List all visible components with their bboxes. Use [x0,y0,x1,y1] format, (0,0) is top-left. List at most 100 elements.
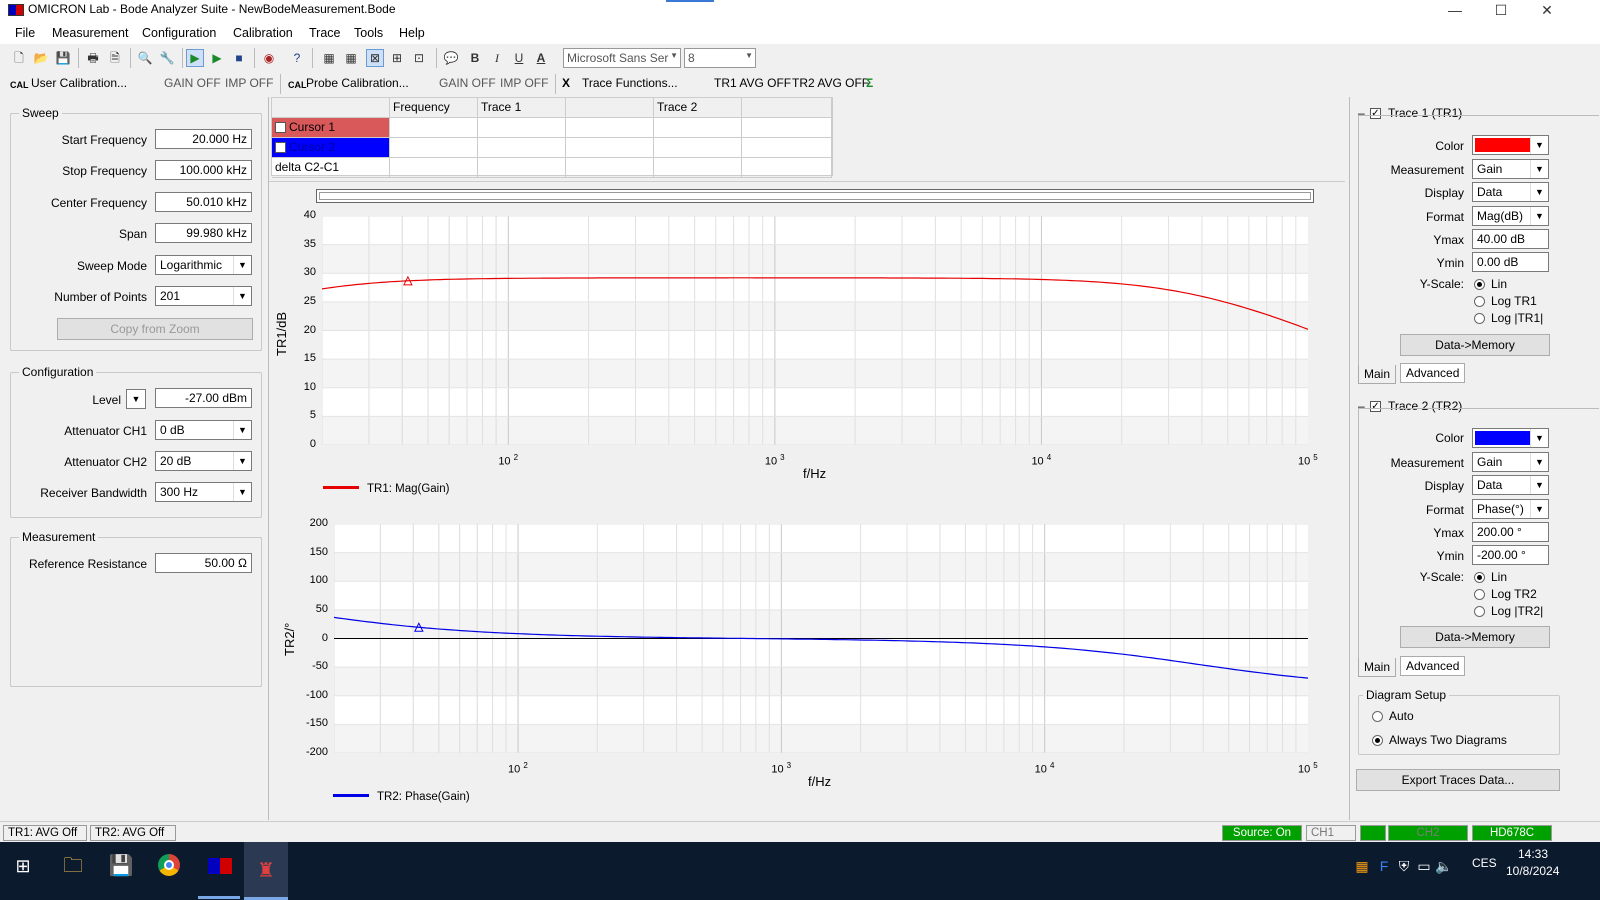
chrome-icon[interactable] [153,850,185,882]
print-preview-icon[interactable]: 🗎 [106,49,124,67]
trace1-collapse-icon[interactable]: – [1358,106,1365,120]
reference-resistance-input[interactable]: 50.00 Ω [155,553,252,573]
windows-start-icon[interactable]: ⊞ [7,850,39,882]
trace1-data-memory-button[interactable]: Data->Memory [1400,334,1550,356]
grid-icon[interactable]: ▦ [320,49,338,67]
clock-date[interactable]: 10/8/2024 [1506,864,1559,878]
menu-configuration[interactable]: Configuration [142,26,216,40]
cursor2-row[interactable]: Cursor 2 [272,138,390,158]
trace-functions-button[interactable]: Trace Functions... [582,76,678,90]
tr2-avg-button[interactable]: TR2 AVG OFF [792,76,869,90]
bode-app-icon[interactable] [200,850,240,882]
font-size-select[interactable]: 8 ▼ [684,48,756,68]
receiver-bandwidth-select[interactable]: 300 Hz ▼ [155,482,252,502]
trace2-tab-advanced[interactable]: Advanced [1400,656,1466,676]
trace2-collapse-icon[interactable]: – [1358,399,1365,413]
clock-time[interactable]: 14:33 [1518,847,1548,861]
trace2-yscale-logabs[interactable]: Log |TR2| [1474,604,1543,618]
trace2-color-select[interactable]: ▼ [1472,428,1549,448]
maximize-button[interactable]: ☐ [1478,0,1524,22]
volume-icon[interactable]: 🔈 [1428,850,1460,882]
zoom-scrollbar[interactable] [316,189,1314,203]
marker-icon[interactable]: ⊞ [388,49,406,67]
center-frequency-input[interactable]: 50.010 kHz [155,192,252,212]
plot1-area[interactable] [322,216,1308,445]
trace1-ymax-input[interactable]: 40.00 dB [1472,229,1549,249]
trace2-ymax-input[interactable]: 200.00 ° [1472,522,1549,542]
font-color-button[interactable]: A [532,49,550,67]
diagram-two-radio[interactable]: Always Two Diagrams [1372,733,1507,747]
stop-frequency-input[interactable]: 100.000 kHz [155,160,252,180]
trace1-display-select[interactable]: Data ▼ [1472,182,1549,202]
gauge-icon[interactable]: ◉ [260,49,278,67]
trace2-data-memory-button[interactable]: Data->Memory [1400,626,1550,648]
trace1-tab-main[interactable]: Main [1358,365,1397,384]
trace1-yscale-log[interactable]: Log TR1 [1474,294,1537,308]
help-icon[interactable]: ? [288,49,306,67]
cursor1-row[interactable]: Cursor 1 [272,118,390,138]
new-file-icon[interactable]: 🗋 [10,49,28,67]
number-of-points-select[interactable]: 201 ▼ [155,286,252,306]
trace2-measurement-select[interactable]: Gain ▼ [1472,452,1549,472]
trace2-checkbox[interactable]: ✓ [1370,401,1381,412]
trace2-display-select[interactable]: Data ▼ [1472,475,1549,495]
minimize-button[interactable]: — [1432,0,1478,22]
file-explorer-icon[interactable]: 🗀 [57,850,89,882]
user-calibration-button[interactable]: User Calibration... [31,76,127,90]
wrench-icon[interactable]: 🔧 [158,49,176,67]
start-frequency-input[interactable]: 20.000 Hz [155,129,252,149]
trace1-tab-advanced[interactable]: Advanced [1400,363,1466,383]
copy-from-zoom-button[interactable]: Copy from Zoom [57,318,253,340]
italic-button[interactable]: I [488,49,506,67]
probe-calibration-button[interactable]: Probe Calibration... [306,76,409,90]
autoscale-icon[interactable]: ⊡ [410,49,428,67]
play-icon[interactable]: ▶ [186,49,204,67]
stop-icon[interactable]: ■ [230,49,248,67]
attenuator-ch1-select[interactable]: 0 dB ▼ [155,420,252,440]
trace2-yscale-log[interactable]: Log TR2 [1474,587,1537,601]
print-icon[interactable]: 🖶 [84,49,102,67]
trace1-checkbox[interactable]: ✓ [1370,108,1381,119]
export-traces-button[interactable]: Export Traces Data... [1356,769,1560,791]
underline-button[interactable]: U [510,49,528,67]
trace1-yscale-logabs[interactable]: Log |TR1| [1474,311,1543,325]
menu-trace[interactable]: Trace [309,26,341,40]
single-sweep-icon[interactable]: ▶ [208,49,226,67]
bold-button[interactable]: B [466,49,484,67]
trace1-format-select[interactable]: Mag(dB) ▼ [1472,206,1549,226]
avg-reset-icon[interactable]: Σ [866,76,873,90]
menu-calibration[interactable]: Calibration [233,26,293,40]
tr1-avg-button[interactable]: TR1 AVG OFF [714,76,791,90]
trace1-yscale-lin[interactable]: Lin [1474,277,1507,291]
find-icon[interactable]: 🔍 [136,49,154,67]
menu-file[interactable]: File [15,26,35,40]
attenuator-ch2-select[interactable]: 20 dB ▼ [155,451,252,471]
save-app-icon[interactable]: 💾 [105,850,137,882]
save-icon[interactable]: 💾 [54,49,72,67]
sweep-mode-select[interactable]: Logarithmic ▼ [155,255,252,275]
trace1-measurement-select[interactable]: Gain ▼ [1472,159,1549,179]
plot2-area[interactable] [334,524,1308,753]
trace2-format-select[interactable]: Phase(°) ▼ [1472,499,1549,519]
trace1-ymin-input[interactable]: 0.00 dB [1472,252,1549,272]
comment-icon[interactable]: 💬 [442,49,460,67]
language-indicator[interactable]: CES [1472,856,1497,870]
cursor2-checkbox[interactable] [275,142,286,153]
diagram-auto-radio[interactable]: Auto [1372,709,1414,723]
zoom-diagram-icon[interactable]: ⊠ [366,49,384,67]
level-unit-select[interactable]: ▼ [126,389,146,409]
menu-tools[interactable]: Tools [354,26,383,40]
level-input[interactable]: -27.00 dBm [155,388,252,408]
menu-help[interactable]: Help [399,26,425,40]
omicron-app-icon[interactable]: ♜ [244,842,288,900]
trace1-color-select[interactable]: ▼ [1472,135,1549,155]
trace2-tab-main[interactable]: Main [1358,658,1397,677]
cursor-grid-icon[interactable]: ▦ [342,49,360,67]
menu-measurement[interactable]: Measurement [52,26,128,40]
open-folder-icon[interactable]: 📂 [32,49,50,67]
font-name-select[interactable]: Microsoft Sans Ser ▼ [563,48,681,68]
close-button[interactable]: ✕ [1524,0,1570,22]
trace2-ymin-input[interactable]: -200.00 ° [1472,545,1549,565]
span-input[interactable]: 99.980 kHz [155,223,252,243]
trace2-yscale-lin[interactable]: Lin [1474,570,1507,584]
